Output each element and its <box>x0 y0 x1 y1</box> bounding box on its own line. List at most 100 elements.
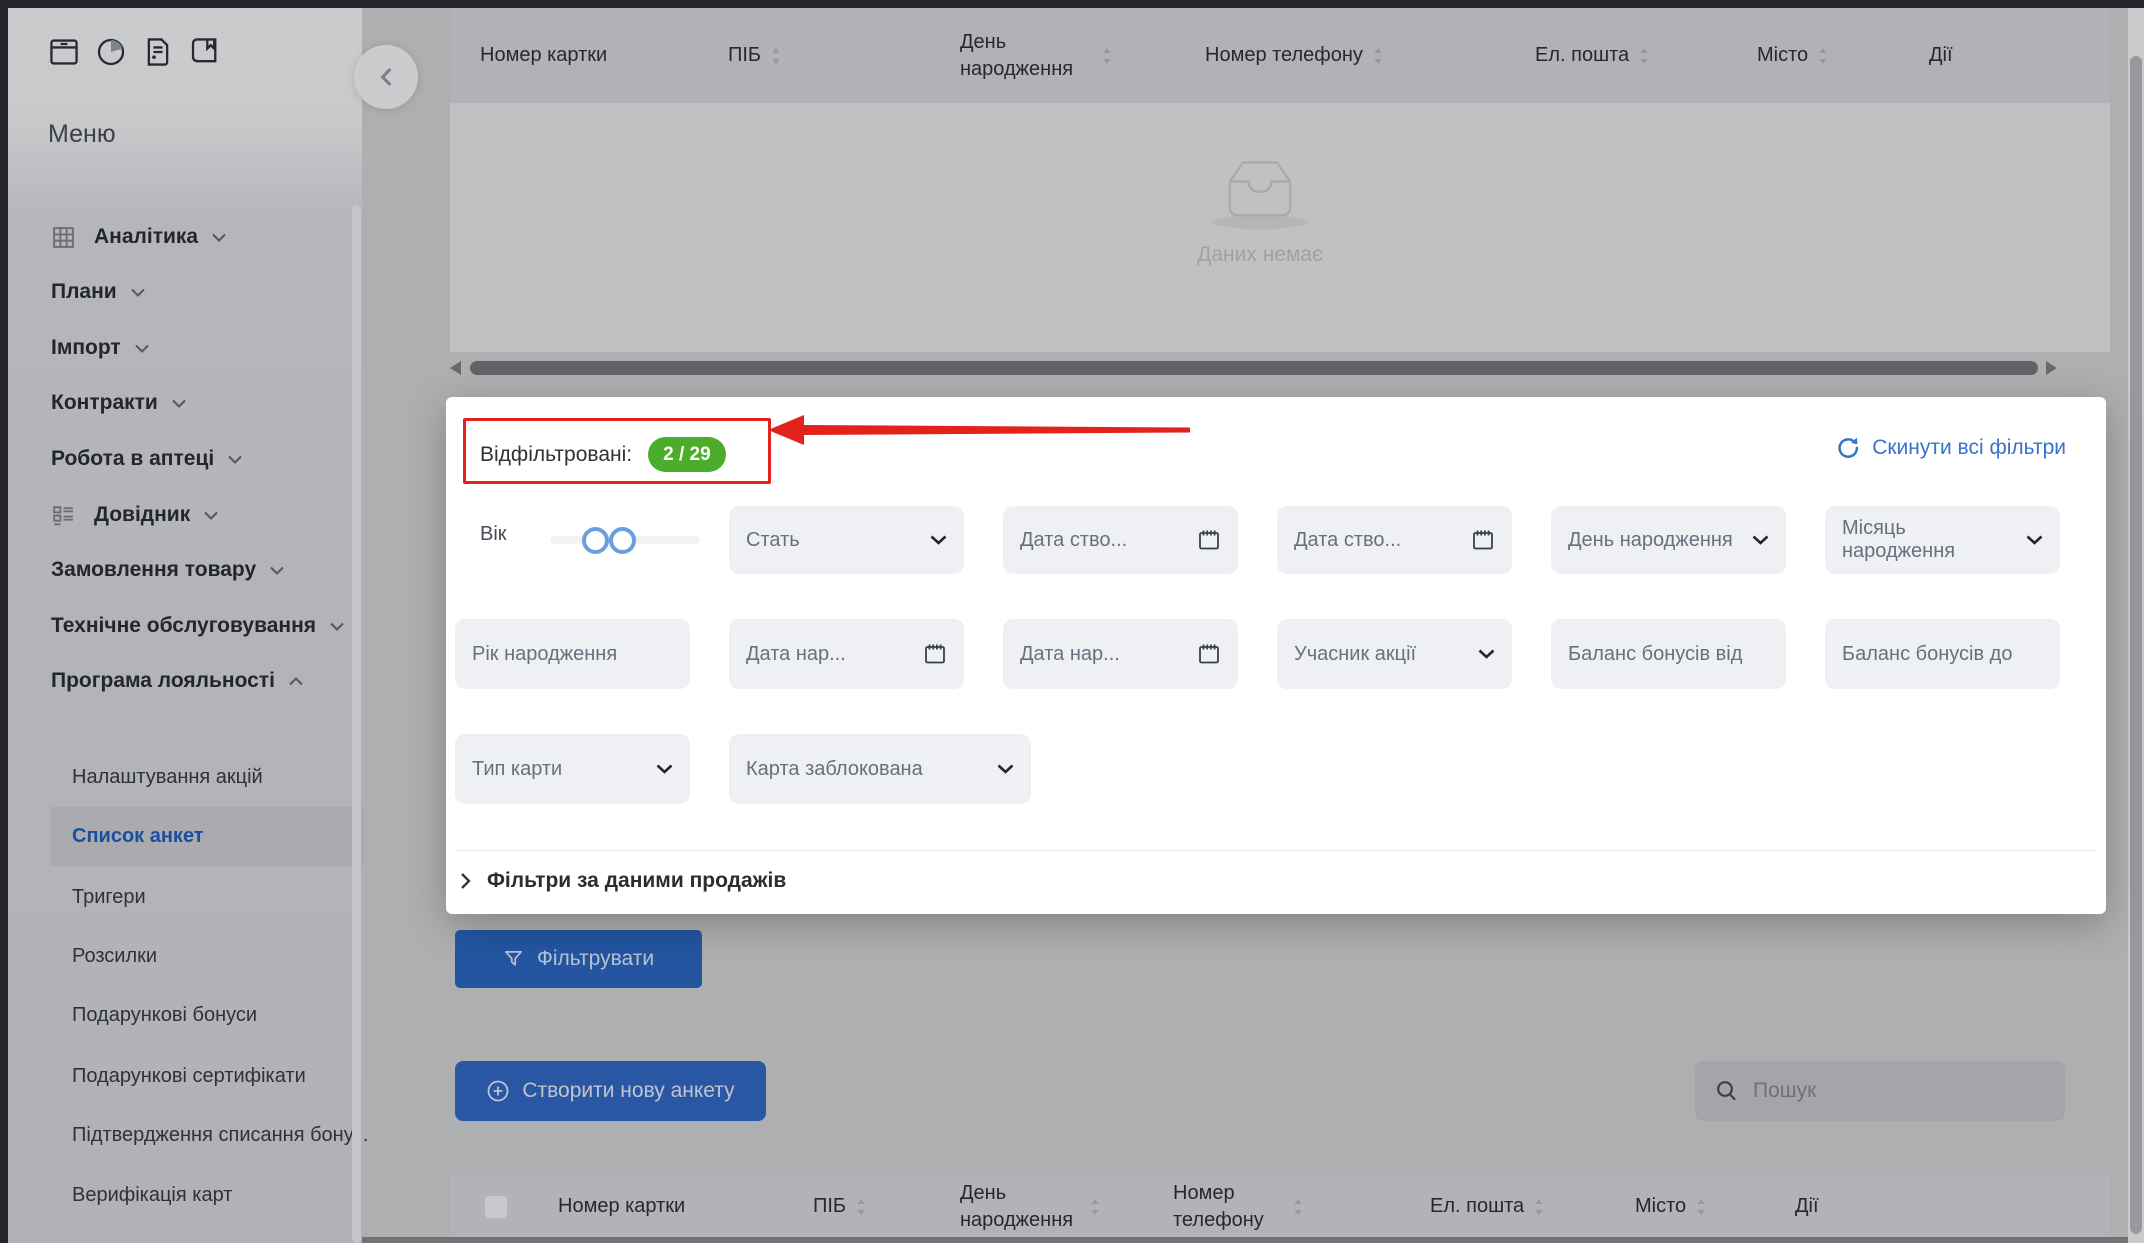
filter-bonus-balance-to[interactable]: Баланс бонусів до <box>1825 619 2060 689</box>
reset-filters-link[interactable]: Скинути всі фільтри <box>1835 435 2066 461</box>
sort-icon <box>1090 1198 1100 1216</box>
inbox-shadow <box>1212 215 1308 229</box>
filter-created-date-from[interactable]: Дата ство... <box>1003 506 1238 574</box>
book-icon[interactable] <box>189 36 221 68</box>
sales-filters-expander[interactable]: Фільтри за даними продажів <box>460 869 786 893</box>
divider <box>455 850 2097 851</box>
window-frame-top <box>0 0 2144 8</box>
search-input[interactable] <box>1751 1078 2005 1104</box>
calendar-icon <box>923 642 947 666</box>
filter-created-date-to[interactable]: Дата ство... <box>1277 506 1512 574</box>
create-questionnaire-button[interactable]: Створити нову анкету <box>455 1061 766 1121</box>
hscroll-right-arrow[interactable] <box>2046 361 2057 375</box>
column-city[interactable]: Місто <box>1757 42 1929 69</box>
document-icon[interactable] <box>142 36 174 68</box>
filter-card-type[interactable]: Тип карти <box>455 734 690 804</box>
chevron-down-icon <box>1752 535 1769 545</box>
sidebar-item-loyalty-program[interactable]: Програма лояльності <box>51 667 303 695</box>
annotation-red-box <box>463 418 771 484</box>
sidebar-subitem-gift-certificates[interactable]: Подарункові сертифікати <box>72 1063 306 1090</box>
sidebar-collapse-button[interactable] <box>354 45 418 109</box>
sort-icon <box>1534 1198 1544 1216</box>
bottom-scrollbar[interactable] <box>362 1237 2128 1243</box>
app-window: Меню Аналітика Плани Імпорт Контракти Ро… <box>0 0 2144 1243</box>
filter-birth-day[interactable]: День народження <box>1551 506 1786 574</box>
column-birthday[interactable]: День народження <box>960 1180 1173 1234</box>
sidebar-subitem-bonus-writeoff-confirm[interactable]: Підтвердження списання бону... <box>72 1122 368 1149</box>
column-phone[interactable]: Номер телефону <box>1205 42 1535 69</box>
filter-birth-date-from[interactable]: Дата нар... <box>729 619 964 689</box>
sidebar-subitem-triggers[interactable]: Тригери <box>72 884 146 911</box>
sort-icon <box>1373 47 1383 65</box>
sidebar-subitem-gift-bonuses[interactable]: Подарункові бонуси <box>72 1002 257 1029</box>
sidebar-subitem-card-verification[interactable]: Верифікація карт <box>72 1182 232 1209</box>
empty-state: Даних немає <box>1150 155 1370 267</box>
column-card-number: Номер картки <box>480 42 728 69</box>
sidebar-scrollbar[interactable] <box>352 205 361 1243</box>
inbox-icon <box>1150 155 1370 221</box>
chevron-down-icon <box>330 622 344 631</box>
column-phone[interactable]: Номер телефону <box>1173 1180 1430 1234</box>
filter-birth-year[interactable]: Рік народження <box>455 619 690 689</box>
sidebar-item-analytics[interactable]: Аналітика <box>51 223 226 251</box>
sidebar: Меню Аналітика Плани Імпорт Контракти Ро… <box>8 8 362 1243</box>
select-all-checkbox[interactable] <box>485 1196 507 1218</box>
chevron-down-icon <box>656 764 673 774</box>
filter-birth-date-to[interactable]: Дата нар... <box>1003 619 1238 689</box>
age-slider-handle-min[interactable] <box>582 527 609 554</box>
empty-state-text: Даних немає <box>1150 243 1370 267</box>
window-frame-left <box>0 0 8 1243</box>
column-birthday[interactable]: День народження <box>960 29 1205 83</box>
column-full-name[interactable]: ПІБ <box>813 1193 960 1220</box>
filter-button[interactable]: Фільтрувати <box>455 930 702 988</box>
column-full-name[interactable]: ПІБ <box>728 42 960 69</box>
sidebar-item-directory[interactable]: Довідник <box>51 501 218 529</box>
filter-birth-month[interactable]: Місяць народження <box>1825 506 2060 574</box>
grid-icon <box>51 225 76 250</box>
chevron-down-icon <box>212 233 226 242</box>
column-actions: Дії <box>1929 42 1953 69</box>
select-all-checkbox-cell <box>470 1196 558 1218</box>
chevron-down-icon <box>997 764 1014 774</box>
column-city[interactable]: Місто <box>1635 1193 1795 1220</box>
chevron-down-icon <box>930 535 947 545</box>
calendar-icon <box>1197 642 1221 666</box>
column-email[interactable]: Ел. пошта <box>1535 42 1757 69</box>
sort-icon <box>771 47 781 65</box>
sidebar-subitem-promo-settings[interactable]: Налаштування акцій <box>72 764 263 791</box>
annotation-red-arrow <box>766 411 1190 449</box>
sidebar-item-goods-order[interactable]: Замовлення товару <box>51 556 284 584</box>
hscroll-left-arrow[interactable] <box>450 361 461 375</box>
sidebar-item-plans[interactable]: Плани <box>51 278 145 306</box>
sidebar-item-contracts[interactable]: Контракти <box>51 389 186 417</box>
pie-chart-icon[interactable] <box>95 36 127 68</box>
chevron-down-icon <box>2026 535 2043 545</box>
filter-panel: Відфільтровані: 2 / 29 Скинути всі фільт… <box>446 397 2106 914</box>
sidebar-subitem-questionnaire-list[interactable]: Список анкет <box>50 807 364 866</box>
filter-card-blocked[interactable]: Карта заблокована <box>729 734 1031 804</box>
age-filter-label: Вік <box>480 523 507 546</box>
plus-circle-icon <box>486 1079 510 1103</box>
horizontal-scrollbar[interactable] <box>470 361 2038 375</box>
sidebar-title: Меню <box>48 120 116 149</box>
sidebar-item-import[interactable]: Імпорт <box>51 334 149 362</box>
bottom-table-header: Номер картки ПІБ День народження Номер т… <box>450 1176 2110 1237</box>
filter-promo-participant[interactable]: Учасник акції <box>1277 619 1512 689</box>
filter-bonus-balance-from[interactable]: Баланс бонусів від <box>1551 619 1786 689</box>
sidebar-item-pharmacy-work[interactable]: Робота в аптеці <box>51 445 242 473</box>
sort-icon <box>1293 1198 1303 1216</box>
sidebar-subitem-mailings[interactable]: Розсилки <box>72 943 157 970</box>
filter-gender[interactable]: Стать <box>729 506 964 574</box>
sort-icon <box>1818 47 1828 65</box>
funnel-icon <box>503 949 524 970</box>
search-box[interactable] <box>1695 1061 2065 1121</box>
chevron-down-icon <box>204 511 218 520</box>
vertical-scrollbar-thumb[interactable] <box>2130 56 2142 1234</box>
archive-icon[interactable] <box>48 36 80 68</box>
column-actions: Дії <box>1795 1193 1819 1220</box>
chevron-down-icon <box>135 344 149 353</box>
sidebar-item-maintenance[interactable]: Технічне обслуговування <box>51 612 344 640</box>
age-slider-handle-max[interactable] <box>609 527 636 554</box>
chevron-down-icon <box>172 399 186 408</box>
column-email[interactable]: Ел. пошта <box>1430 1193 1635 1220</box>
